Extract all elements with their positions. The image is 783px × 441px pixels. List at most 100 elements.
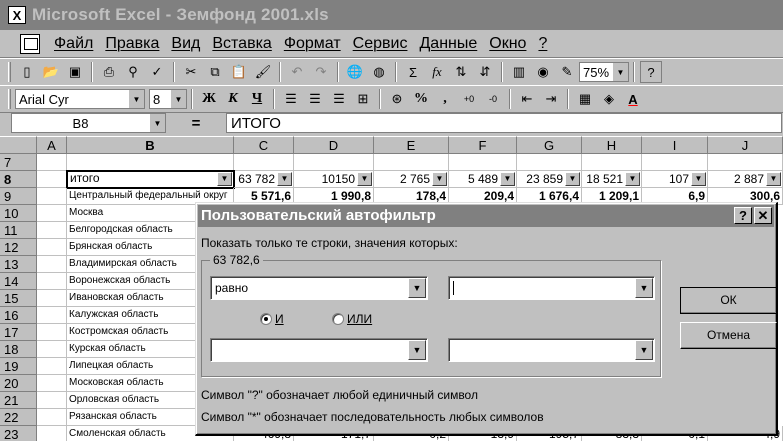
autofilter-cell[interactable]: 2 765 ▼: [374, 171, 449, 188]
autofilter-cell[interactable]: 2 887 ▼: [708, 171, 783, 188]
spelling-icon[interactable]: ✓: [146, 61, 168, 83]
bold-button[interactable]: Ж: [198, 88, 220, 110]
close-icon[interactable]: ✕: [754, 207, 772, 224]
menu-edit[interactable]: Правка: [99, 35, 165, 53]
autosum-icon[interactable]: Σ: [402, 61, 424, 83]
italic-button[interactable]: К: [222, 88, 244, 110]
cell[interactable]: [449, 154, 517, 171]
col-header-e[interactable]: E: [374, 136, 449, 154]
chart-wizard-icon[interactable]: ▥: [508, 61, 530, 83]
row-header[interactable]: 21: [0, 392, 37, 409]
cell[interactable]: [37, 375, 67, 392]
col-header-g[interactable]: G: [517, 136, 582, 154]
col-header-c[interactable]: C: [234, 136, 294, 154]
row-header[interactable]: 7: [0, 154, 37, 171]
save-icon[interactable]: ▣: [64, 61, 86, 83]
menu-view[interactable]: Вид: [165, 35, 206, 53]
cell[interactable]: [37, 290, 67, 307]
office-assistant-icon[interactable]: ?: [640, 61, 662, 83]
cell[interactable]: [37, 205, 67, 222]
merge-center-icon[interactable]: ⊞: [352, 88, 374, 110]
and-radio[interactable]: И: [260, 312, 284, 326]
row-header[interactable]: 18: [0, 341, 37, 358]
col-header-f[interactable]: F: [449, 136, 517, 154]
align-center-icon[interactable]: ☰: [304, 88, 326, 110]
active-cell-b8[interactable]: итого ▼: [66, 170, 235, 189]
help-button[interactable]: ?: [734, 207, 752, 224]
autofilter-cell[interactable]: 18 521 ▼: [582, 171, 642, 188]
decrease-decimal-icon[interactable]: -0: [482, 88, 504, 110]
menu-file[interactable]: Файл: [48, 35, 99, 53]
fill-color-icon[interactable]: ◈: [598, 88, 620, 110]
autofilter-cell[interactable]: 63 782 ▼: [234, 171, 294, 188]
value1-combo[interactable]: ▼: [448, 276, 655, 300]
row-header[interactable]: 9: [0, 188, 37, 205]
cell[interactable]: [517, 154, 582, 171]
web-toolbar-icon[interactable]: ◍: [368, 61, 390, 83]
cell[interactable]: [37, 409, 67, 426]
col-header-i[interactable]: I: [642, 136, 708, 154]
menu-data[interactable]: Данные: [413, 35, 483, 53]
undo-icon[interactable]: ↶: [286, 61, 308, 83]
col-header-d[interactable]: D: [294, 136, 374, 154]
menu-help[interactable]: ?: [532, 35, 553, 53]
autofilter-dropdown-icon[interactable]: ▼: [217, 172, 232, 186]
col-header-h[interactable]: H: [582, 136, 642, 154]
open-icon[interactable]: 📂: [40, 61, 62, 83]
chevron-down-icon[interactable]: ▼: [408, 340, 426, 360]
autofilter-dropdown-icon[interactable]: ▼: [691, 172, 706, 186]
chevron-down-icon[interactable]: ▼: [170, 90, 186, 108]
underline-button[interactable]: Ч: [246, 88, 268, 110]
chevron-down-icon[interactable]: ▼: [612, 63, 628, 81]
autofilter-cell[interactable]: 5 489 ▼: [449, 171, 517, 188]
cell[interactable]: [37, 426, 67, 441]
cell[interactable]: [67, 154, 234, 171]
sort-descending-icon[interactable]: ⇵: [474, 61, 496, 83]
row-header[interactable]: 20: [0, 375, 37, 392]
new-icon[interactable]: ▯: [16, 61, 38, 83]
copy-icon[interactable]: ⧉: [204, 61, 226, 83]
cell[interactable]: [37, 392, 67, 409]
cell[interactable]: [708, 154, 783, 171]
autofilter-dropdown-icon[interactable]: ▼: [277, 172, 292, 186]
operator2-select[interactable]: ▼: [210, 338, 428, 362]
cut-icon[interactable]: ✂: [180, 61, 202, 83]
formula-input[interactable]: ИТОГО: [226, 113, 782, 133]
menu-insert[interactable]: Вставка: [206, 35, 277, 53]
font-color-icon[interactable]: A: [622, 88, 644, 110]
toolbar-grip[interactable]: [8, 89, 11, 109]
value2-combo[interactable]: ▼: [448, 338, 655, 362]
currency-icon[interactable]: ⊛: [386, 88, 408, 110]
or-radio[interactable]: ИЛИ: [332, 312, 372, 326]
col-header-a[interactable]: A: [37, 136, 67, 154]
autofilter-dropdown-icon[interactable]: ▼: [432, 172, 447, 186]
operator1-select[interactable]: равно ▼: [210, 276, 428, 300]
row-header[interactable]: 15: [0, 290, 37, 307]
document-icon[interactable]: [20, 33, 40, 54]
hyperlink-icon[interactable]: 🌐: [344, 61, 366, 83]
row-header[interactable]: 12: [0, 239, 37, 256]
row-header[interactable]: 22: [0, 409, 37, 426]
autofilter-dropdown-icon[interactable]: ▼: [766, 172, 781, 186]
row-header[interactable]: 14: [0, 273, 37, 290]
format-painter-icon[interactable]: 🖌: [252, 61, 274, 83]
cell[interactable]: [374, 154, 449, 171]
chevron-down-icon[interactable]: ▼: [635, 278, 653, 298]
chevron-down-icon[interactable]: ▼: [635, 340, 653, 360]
font-name-select[interactable]: Arial Cyr ▼: [15, 89, 145, 109]
name-box[interactable]: B8 ▼: [11, 113, 166, 133]
autofilter-dropdown-icon[interactable]: ▼: [565, 172, 580, 186]
toolbar-grip[interactable]: [8, 62, 11, 82]
autofilter-cell[interactable]: 107 ▼: [642, 171, 708, 188]
cell[interactable]: [37, 188, 67, 205]
increase-decimal-icon[interactable]: +0: [458, 88, 480, 110]
autofilter-dropdown-icon[interactable]: ▼: [625, 172, 640, 186]
menu-window[interactable]: Окно: [483, 35, 532, 53]
row-header[interactable]: 13: [0, 256, 37, 273]
cell[interactable]: [37, 307, 67, 324]
chevron-down-icon[interactable]: ▼: [149, 114, 165, 132]
autofilter-cell[interactable]: 23 859 ▼: [517, 171, 582, 188]
borders-icon[interactable]: ▦: [574, 88, 596, 110]
percent-button[interactable]: %: [410, 88, 432, 110]
excel-app-icon[interactable]: X: [8, 6, 26, 24]
